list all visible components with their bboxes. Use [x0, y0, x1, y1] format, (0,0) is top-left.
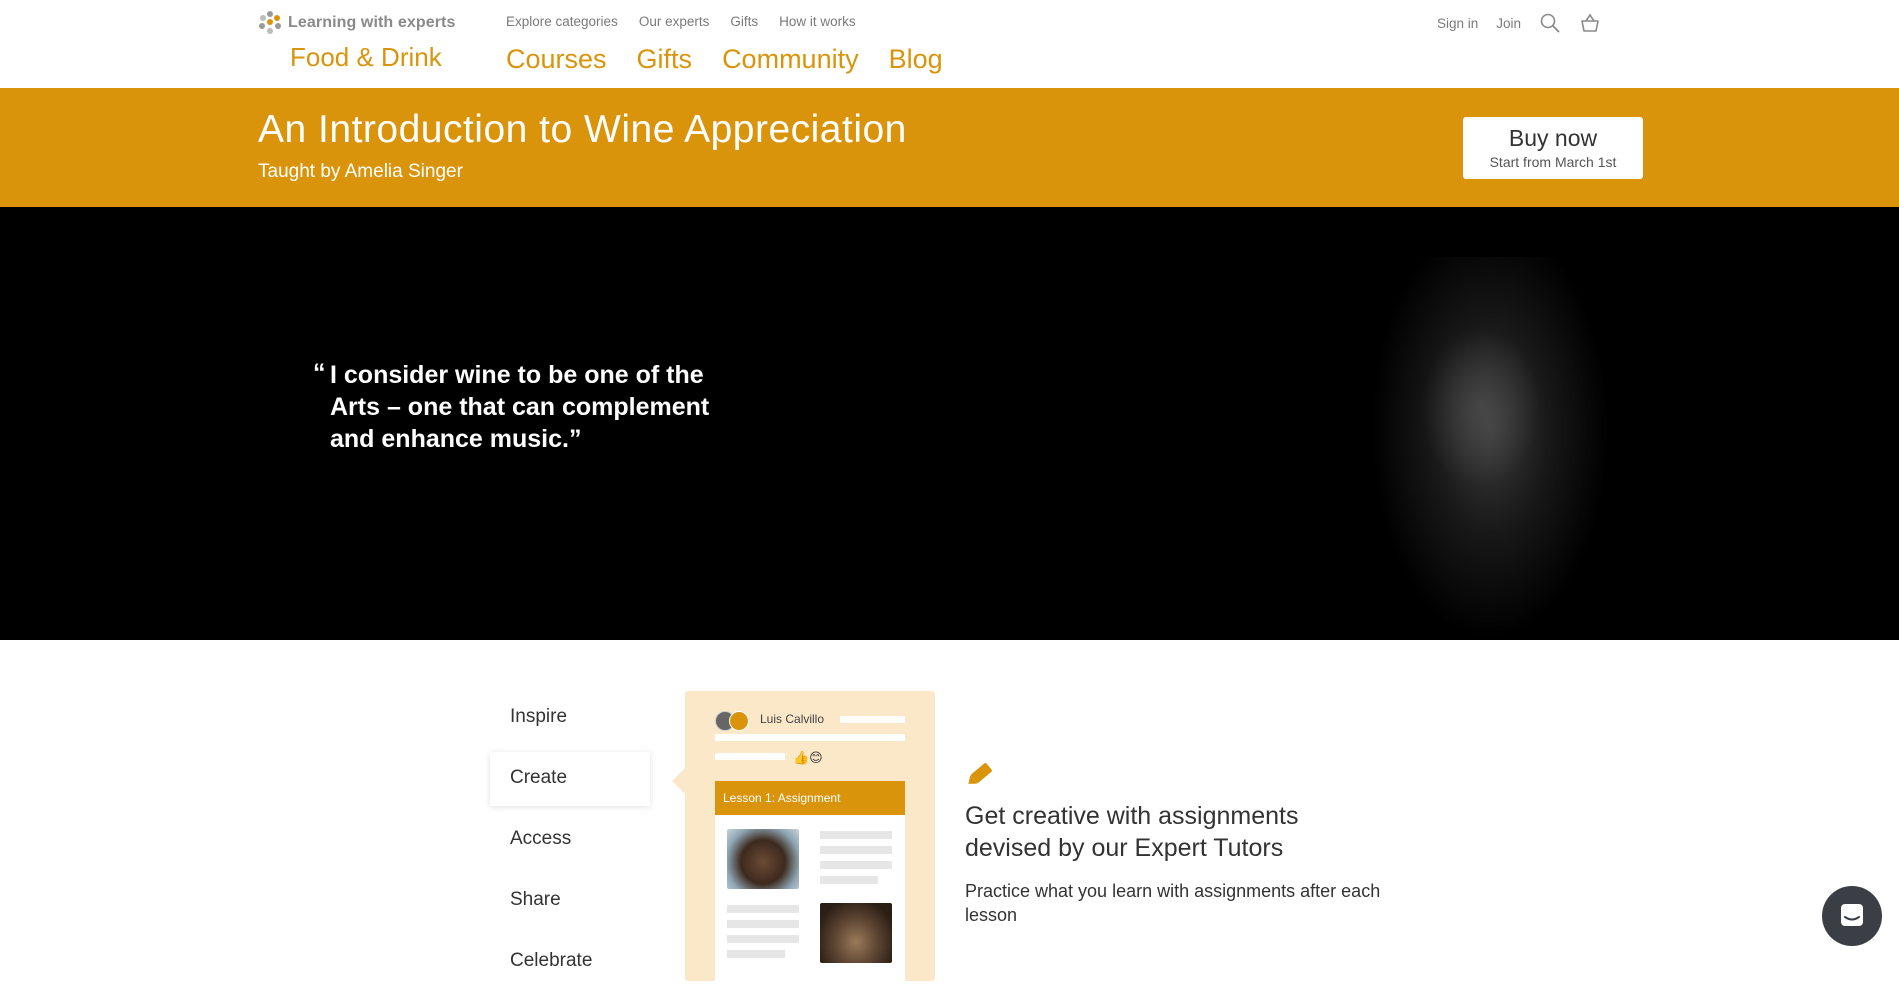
placeholder-line — [727, 920, 799, 928]
placeholder-line — [820, 831, 892, 839]
nav-gifts-top[interactable]: Gifts — [730, 14, 758, 29]
preview-user-name: Luis Calvillo — [760, 712, 825, 726]
feature-title: Get creative with assignments devised by… — [965, 802, 1299, 862]
hero-video[interactable]: “ I consider wine to be one of the Arts … — [0, 207, 1899, 640]
pencil-icon — [964, 757, 998, 791]
nav-gifts[interactable]: Gifts — [637, 44, 693, 75]
main-nav: Courses Gifts Community Blog — [506, 44, 943, 75]
hero-quote: I consider wine to be one of the Arts – … — [330, 361, 710, 453]
bread-photo — [820, 903, 892, 963]
nav-blog[interactable]: Blog — [889, 44, 943, 75]
chat-launcher-button[interactable] — [1822, 886, 1882, 946]
pencil-badge-icon — [729, 711, 749, 731]
tab-celebrate[interactable]: Celebrate — [510, 950, 592, 972]
panel-pointer — [672, 768, 685, 794]
food-photo — [727, 829, 799, 889]
course-title: An Introduction to Wine Appreciation — [258, 108, 907, 151]
sign-in-link[interactable]: Sign in — [1437, 16, 1478, 31]
tab-inspire[interactable]: Inspire — [510, 706, 567, 728]
section-name[interactable]: Food & Drink — [290, 42, 442, 73]
feature-description: Practice what you learn with assignments… — [965, 881, 1381, 925]
course-header: An Introduction to Wine Appreciation Tau… — [0, 88, 1899, 207]
placeholder-line — [840, 716, 905, 723]
nav-courses[interactable]: Courses — [506, 44, 607, 75]
logo[interactable]: Learning with experts — [258, 11, 456, 35]
logo-icon — [258, 11, 282, 35]
tab-create[interactable]: Create — [510, 767, 567, 789]
feature-preview-panel: Luis Calvillo 👍😊 Lesson 1: Assignment — [685, 691, 935, 991]
placeholder-line — [820, 846, 892, 854]
placeholder-line — [727, 950, 785, 958]
placeholder-line — [727, 935, 799, 943]
hero-image-highlight — [1420, 327, 1540, 487]
features-section: Inspire Create Access Share Celebrate Lu… — [0, 640, 1899, 991]
assignment-card: Lesson 1: Assignment — [715, 781, 905, 991]
buy-now-button[interactable]: Buy now Start from March 1st — [1463, 117, 1643, 179]
placeholder-line — [715, 753, 785, 760]
top-nav: Explore categories Our experts Gifts How… — [506, 14, 856, 29]
tab-access[interactable]: Access — [510, 828, 571, 850]
placeholder-line — [715, 734, 905, 741]
nav-explore-categories[interactable]: Explore categories — [506, 14, 618, 29]
buy-now-label: Buy now — [1508, 125, 1598, 151]
placeholder-line — [820, 861, 892, 869]
account-area: Sign in Join — [1437, 12, 1601, 34]
course-tutor: Taught by Amelia Singer — [258, 161, 463, 182]
basket-icon[interactable] — [1579, 12, 1601, 34]
join-link[interactable]: Join — [1496, 16, 1521, 31]
site-header: Learning with experts Food & Drink Explo… — [0, 0, 1899, 89]
assignment-card-title: Lesson 1: Assignment — [715, 781, 905, 815]
tab-share[interactable]: Share — [510, 889, 561, 911]
chat-icon — [1841, 904, 1863, 926]
placeholder-line — [727, 905, 799, 913]
logo-text: Learning with experts — [288, 14, 456, 31]
quote-mark: “ — [313, 359, 326, 387]
reaction-emojis: 👍😊 — [793, 750, 823, 765]
buy-now-start-date: Start from March 1st — [1489, 154, 1617, 170]
placeholder-line — [820, 876, 878, 884]
nav-community[interactable]: Community — [722, 44, 859, 75]
search-icon[interactable] — [1539, 12, 1561, 34]
nav-our-experts[interactable]: Our experts — [639, 14, 710, 29]
nav-how-it-works[interactable]: How it works — [779, 14, 856, 29]
